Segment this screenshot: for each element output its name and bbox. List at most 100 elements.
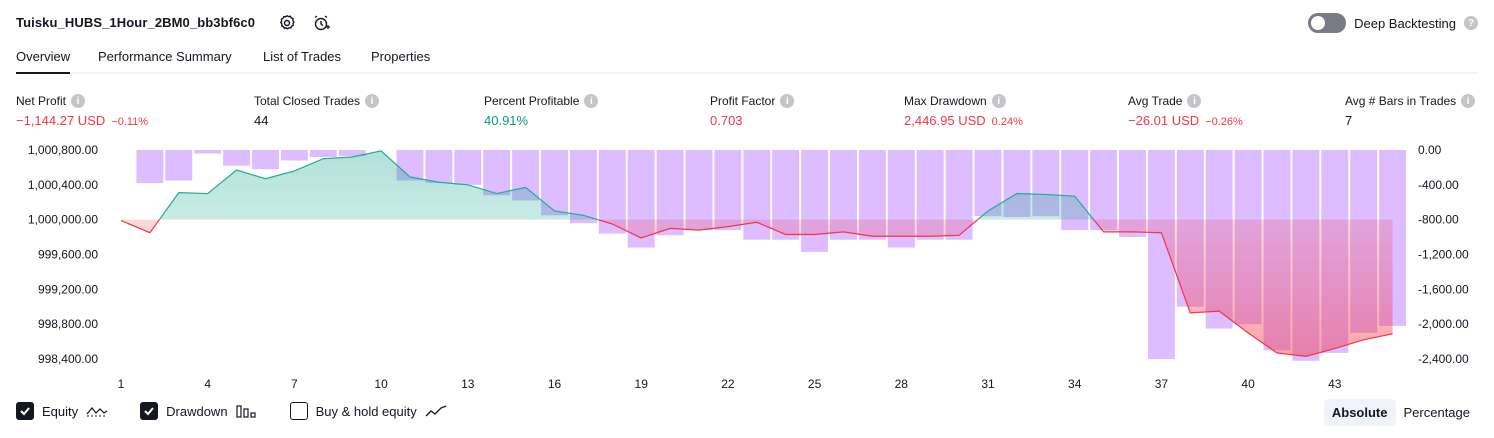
drawdown-bar [425,150,453,184]
equity-line-icon [86,407,108,417]
metric-sub: −0.11% [111,116,149,128]
x-tick-label: 4 [204,377,211,391]
x-tick-label: 25 [808,377,822,391]
toggle-knob [1311,16,1326,30]
x-tick-label: 31 [981,377,995,391]
info-icon[interactable]: i [1187,94,1202,108]
checkbox-checked-icon[interactable] [16,402,34,420]
drawdown-bar [223,150,251,166]
y-right-tick-label: -2,400.00 [1418,352,1469,366]
drawdown-bars-icon [235,405,256,418]
x-tick-label: 40 [1241,377,1255,391]
y-left-tick-label: 998,800.00 [38,317,98,331]
metric-label: Avg Trade [1128,94,1183,108]
percentage-button[interactable]: Percentage [1396,399,1479,426]
drawdown-bar [165,150,193,181]
metric-value: −26.01 USD [1128,113,1200,128]
drawdown-bar [483,150,511,196]
y-right-tick-label: -1,200.00 [1418,248,1469,262]
deep-backtesting-toggle[interactable] [1308,13,1347,33]
drawdown-bar [194,150,222,154]
info-icon[interactable]: i [71,94,86,108]
y-left-tick-label: 999,200.00 [38,282,98,296]
tab-performance-summary[interactable]: Performance Summary [98,49,232,72]
x-tick-label: 34 [1068,377,1082,391]
x-tick-label: 19 [635,377,649,391]
y-right-tick-label: -800.00 [1418,213,1459,227]
gear-icon[interactable] [277,13,297,33]
info-icon[interactable]: i [991,94,1006,108]
drawdown-bar [454,150,482,185]
legend-label: Equity [42,403,79,419]
info-icon[interactable]: i [584,94,599,108]
metric-label: Net Profit [16,94,67,108]
metric-sub: −0.26% [1205,116,1243,128]
legend-equity[interactable]: Equity [16,402,108,420]
checkbox-checked-icon[interactable] [140,402,159,420]
x-tick-label: 1 [118,377,125,391]
metric-label: Total Closed Trades [254,94,361,108]
absolute-button[interactable]: Absolute [1323,399,1396,426]
y-left-tick-label: 1,000,400.00 [28,178,98,192]
y-left-tick-label: 998,400.00 [38,352,98,366]
metric-profit-factor: Profit Factor i 0.703 [710,94,795,128]
strategy-name: Tuisku_HUBS_1Hour_2BM0_bb3bf6c0 [16,15,256,30]
y-right-tick-label: -2,000.00 [1418,317,1469,331]
metric-avg-bars-in-trades: Avg # Bars in Trades i 7 [1345,94,1476,128]
metric-percent-profitable: Percent Profitable i 40.91% [484,94,599,128]
y-right-tick-label: -400.00 [1418,178,1459,192]
metric-avg-trade: Avg Trade i −26.01 USD −0.26% [1128,94,1243,128]
metric-max-drawdown: Max Drawdown i 2,446.95 USD 0.24% [904,94,1023,128]
drawdown-bar [136,150,164,184]
info-icon[interactable]: i [1461,94,1476,108]
metric-label: Avg # Bars in Trades [1345,94,1457,108]
y-right-tick-label: 0.00 [1418,143,1442,157]
tab-bar: Overview Performance Summary List of Tra… [16,44,1478,74]
metric-value: 40.91% [484,113,529,128]
x-tick-label: 13 [461,377,475,391]
x-tick-label: 37 [1155,377,1169,391]
equity-drawdown-chart[interactable]: 1,000,800.00 1,000,400.00 1,000,000.00 999,… [0,138,1494,393]
drawdown-bar [801,150,829,252]
legend-drawdown[interactable]: Drawdown [140,402,257,420]
metric-label: Profit Factor [710,94,776,108]
drawdown-bar [685,150,713,231]
tab-list-of-trades[interactable]: List of Trades [263,49,341,72]
tab-overview[interactable]: Overview [16,49,71,74]
metric-value: 2,446.95 USD [904,113,986,128]
metric-value: −1,144.27 USD [16,113,106,128]
metric-value: 7 [1345,113,1353,128]
metric-total-closed-trades: Total Closed Trades i 44 [254,94,380,128]
metric-value: 0.703 [710,113,743,128]
drawdown-bar [280,150,308,161]
drawdown-bar [1090,150,1118,231]
y-left-tick-label: 1,000,000.00 [28,213,98,227]
x-tick-label: 16 [548,377,562,391]
drawdown-bar [309,150,337,157]
legend-label: Drawdown [166,403,228,419]
strategy-header: Tuisku_HUBS_1Hour_2BM0_bb3bf6c0 Deep Bac… [0,0,1494,46]
y-right-tick-label: -1,600.00 [1418,282,1469,296]
legend-label: Buy & hold equity [315,403,417,419]
metric-sub: 0.24% [991,116,1023,128]
deep-backtesting-label: Deep Backtesting [1354,15,1456,31]
y-left-tick-label: 999,600.00 [38,248,98,262]
legend-buy-hold-equity[interactable]: Buy & hold equity [289,402,447,420]
alarm-clock-plus-icon[interactable] [311,13,331,33]
metric-value: 44 [254,113,269,128]
metric-net-profit: Net Profit i −1,144.27 USD −0.11% [16,94,148,128]
help-icon[interactable]: ? [1464,16,1478,30]
drawdown-bar [252,150,279,170]
y-left-tick-label: 1,000,800.00 [28,143,98,157]
x-tick-label: 7 [291,377,298,391]
info-icon[interactable]: i [365,94,380,108]
tab-properties[interactable]: Properties [371,49,430,72]
drawdown-bar [569,150,597,224]
chart-legend: Equity Drawdown Buy & hold equity [16,402,479,420]
x-tick-label: 10 [374,377,388,391]
checkbox-unchecked-icon[interactable] [289,402,308,420]
metric-label: Percent Profitable [484,94,580,108]
info-icon[interactable]: i [780,94,795,108]
x-tick-label: 22 [721,377,735,391]
x-tick-label: 28 [895,377,909,391]
